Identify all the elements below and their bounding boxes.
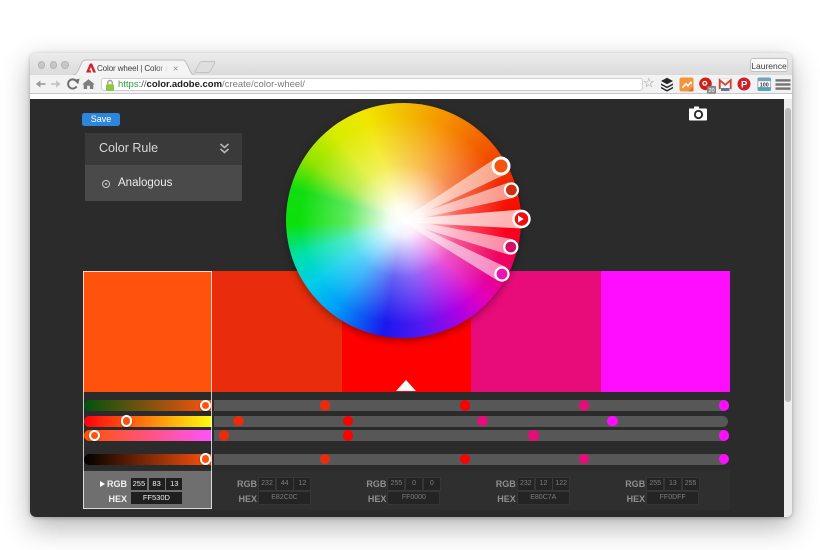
svg-text:20: 20 (708, 88, 714, 94)
svg-text:100: 100 (760, 82, 769, 88)
svg-text:P: P (741, 79, 748, 90)
svg-text:×: × (173, 64, 178, 74)
